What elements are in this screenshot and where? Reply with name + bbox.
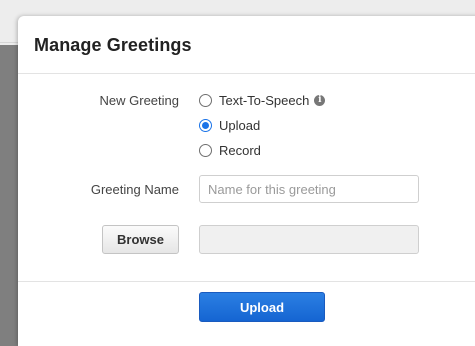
upload-button[interactable]: Upload	[199, 292, 325, 322]
option-upload[interactable]: Upload	[199, 117, 260, 133]
browse-button[interactable]: Browse	[102, 225, 179, 254]
footer-divider	[18, 281, 475, 282]
new-greeting-label: New Greeting	[99, 93, 179, 108]
header-divider	[18, 73, 475, 74]
radio-text-to-speech[interactable]	[199, 93, 212, 107]
radio-label-record[interactable]: Record	[219, 143, 261, 158]
manage-greetings-dialog: Manage Greetings New Greeting Text-To-Sp…	[18, 16, 475, 346]
greeting-name-input[interactable]	[199, 175, 419, 203]
radio-upload[interactable]	[199, 118, 212, 132]
greeting-name-label: Greeting Name	[90, 182, 179, 197]
radio-label-upload[interactable]: Upload	[219, 118, 260, 133]
dialog-title: Manage Greetings	[34, 35, 192, 55]
radio-record[interactable]	[199, 143, 212, 157]
radio-label-text-to-speech[interactable]: Text-To-Speech	[219, 93, 309, 108]
selected-file-field	[199, 225, 419, 254]
info-icon[interactable]: i	[314, 94, 326, 106]
option-text-to-speech[interactable]: Text-To-Speech i	[199, 92, 326, 108]
option-record[interactable]: Record	[199, 142, 261, 158]
